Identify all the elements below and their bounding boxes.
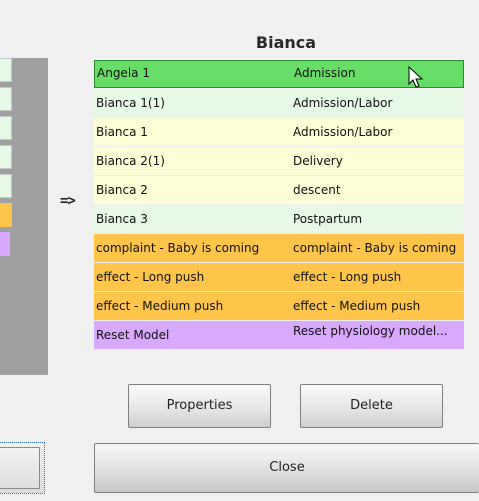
list-item[interactable]: Bianca 1 Admission/Labor	[94, 118, 464, 146]
list-item-source: Bianca 1	[96, 125, 148, 139]
left-list-row[interactable]	[0, 145, 12, 169]
list-item[interactable]: complaint - Baby is coming complaint - Ba…	[94, 234, 464, 262]
list-item[interactable]: effect - Long push effect - Long push	[94, 263, 464, 291]
left-list-row[interactable]	[0, 203, 12, 227]
list-item-source: complaint - Baby is coming	[96, 241, 260, 255]
list-item[interactable]: Bianca 2(1) Delivery	[94, 147, 464, 175]
list-item-source: effect - Long push	[96, 270, 205, 284]
list-item-source: Angela 1	[97, 66, 150, 80]
list-item-source: Bianca 3	[96, 212, 148, 226]
mouse-cursor-icon	[408, 66, 424, 88]
delete-button[interactable]: Delete	[300, 384, 443, 428]
list-item[interactable]: Reset Model Reset physiology model...	[94, 321, 464, 349]
list-item-source: Bianca 1(1)	[96, 96, 165, 110]
left-list-panel[interactable]	[0, 58, 48, 375]
list-item-source: effect - Medium push	[96, 299, 224, 313]
left-list-row[interactable]	[0, 87, 12, 111]
list-item-target: effect - Long push	[293, 270, 402, 284]
list-item-target: Admission/Labor	[293, 125, 393, 139]
properties-button[interactable]: Properties	[128, 384, 271, 428]
list-item-target: Postpartum	[293, 212, 363, 226]
list-item-target: Delivery	[293, 154, 343, 168]
list-item-target: complaint - Baby is coming	[293, 241, 457, 255]
mapping-arrow: =>	[60, 193, 76, 209]
list-item[interactable]: Bianca 3 Postpartum	[94, 205, 464, 233]
left-focused-button[interactable]	[0, 442, 45, 494]
left-list-row[interactable]	[0, 174, 12, 198]
list-item-target: descent	[293, 183, 341, 197]
left-list-row[interactable]	[0, 232, 10, 256]
close-button[interactable]: Close	[94, 443, 479, 493]
left-list-row[interactable]	[0, 116, 12, 140]
list-item-target: effect - Medium push	[293, 299, 421, 313]
page-title: Bianca	[255, 33, 317, 52]
mapping-dialog: => Bianca Angela 1 Admission Bianca 1(1) Ad…	[0, 0, 479, 501]
left-list-row[interactable]	[0, 58, 12, 82]
list-item-source: Reset Model	[96, 328, 170, 342]
list-item-source: Bianca 2	[96, 183, 148, 197]
list-item-target: Reset physiology model...	[293, 324, 448, 338]
list-item-target: Admission/Labor	[293, 96, 393, 110]
mapping-list[interactable]: Angela 1 Admission Bianca 1(1) Admission/La…	[94, 60, 464, 350]
list-item[interactable]: Bianca 1(1) Admission/Labor	[94, 89, 464, 117]
list-item-source: Bianca 2(1)	[96, 154, 165, 168]
list-item[interactable]: effect - Medium push effect - Medium push	[94, 292, 464, 320]
list-item-target: Admission	[294, 66, 356, 80]
list-item[interactable]: Bianca 2 descent	[94, 176, 464, 204]
